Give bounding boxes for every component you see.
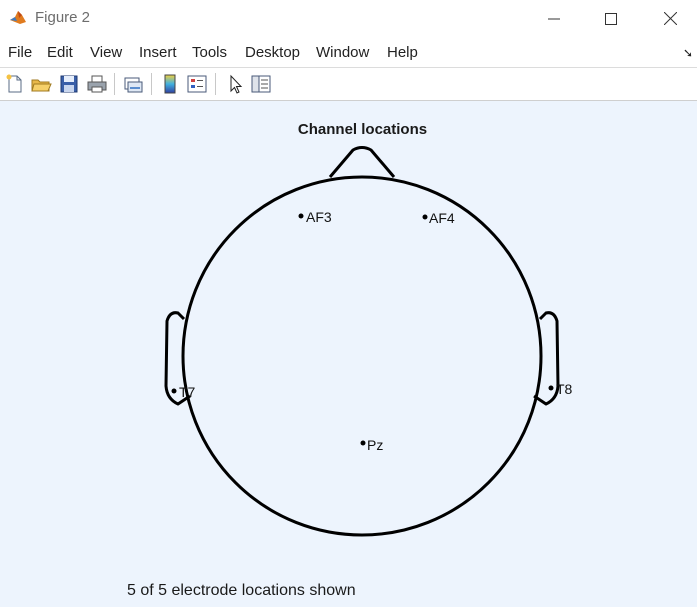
menu-bar: File Edit View Insert Tools Desktop Wind…: [0, 37, 697, 68]
electrode-label: AF4: [429, 210, 455, 226]
nose-outline: [328, 146, 396, 178]
menu-file[interactable]: File: [8, 44, 32, 61]
window-title: Figure 2: [35, 9, 91, 26]
legend-icon[interactable]: [186, 73, 208, 95]
toolbar: [0, 68, 697, 101]
electrode-label: T8: [556, 381, 573, 397]
toolbar-separator: [151, 73, 152, 95]
electrode-t8: T8: [548, 381, 573, 397]
link-plot-icon[interactable]: [122, 73, 144, 95]
electrode-af4: AF4: [422, 210, 455, 226]
electrode-marker: [360, 440, 366, 446]
menu-help[interactable]: Help: [387, 44, 418, 61]
new-figure-icon[interactable]: [4, 73, 26, 95]
figure-window: Figure 2 File Edit View Insert Tools Des…: [0, 0, 697, 607]
electrode-label: AF3: [306, 209, 332, 225]
figure-canvas[interactable]: Channel locations AF3 AF4 T7 T8 Pz 5 of …: [0, 101, 697, 607]
maximize-icon: [605, 12, 617, 25]
electrode-marker: [548, 385, 554, 391]
electrode-marker: [298, 213, 304, 219]
menu-desktop[interactable]: Desktop: [245, 44, 300, 61]
menu-view[interactable]: View: [90, 44, 122, 61]
minimize-button[interactable]: [531, 0, 577, 37]
electrode-pz: Pz: [360, 437, 383, 453]
menu-window[interactable]: Window: [316, 44, 369, 61]
menu-edit[interactable]: Edit: [47, 44, 73, 61]
matlab-logo-icon: [10, 11, 26, 24]
save-icon[interactable]: [58, 73, 80, 95]
close-button[interactable]: [647, 0, 693, 37]
dock-arrow-icon[interactable]: ➘: [683, 46, 693, 60]
title-bar: Figure 2: [0, 0, 697, 37]
maximize-button[interactable]: [588, 0, 634, 37]
electrode-t7: T7: [171, 384, 196, 400]
close-icon: [663, 12, 677, 25]
print-icon[interactable]: [86, 73, 108, 95]
menu-tools[interactable]: Tools: [192, 44, 227, 61]
head-plot: AF3 AF4 T7 T8 Pz: [164, 146, 573, 537]
toolbar-separator: [215, 73, 216, 95]
property-inspector-icon[interactable]: [250, 73, 272, 95]
electrode-marker: [422, 214, 428, 220]
electrode-count-text: 5 of 5 electrode locations shown: [127, 582, 356, 599]
electrode-af3: AF3: [298, 209, 332, 225]
electrode-label: Pz: [367, 437, 383, 453]
open-file-icon[interactable]: [30, 73, 52, 95]
electrode-label: T7: [179, 384, 196, 400]
edit-plot-pointer-icon[interactable]: [224, 73, 246, 95]
menu-insert[interactable]: Insert: [139, 44, 177, 61]
toolbar-separator: [114, 73, 115, 95]
colorbar-icon[interactable]: [159, 73, 181, 95]
electrode-marker: [171, 388, 177, 394]
head-outline: [181, 175, 543, 537]
minimize-icon: [548, 18, 560, 19]
